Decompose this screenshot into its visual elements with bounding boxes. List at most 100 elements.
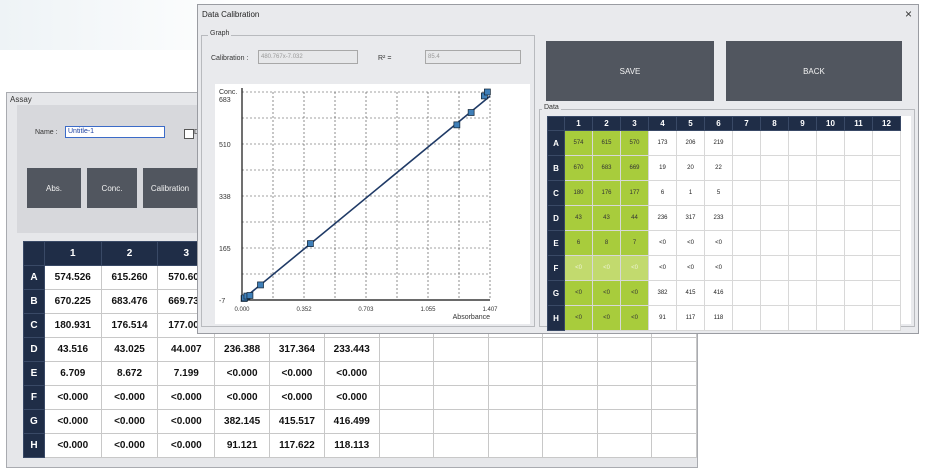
table-cell[interactable] [651, 409, 697, 434]
table-cell[interactable]: 317.364 [269, 337, 325, 362]
table-cell[interactable] [760, 205, 789, 231]
table-cell[interactable] [788, 255, 817, 281]
table-cell[interactable]: 43 [592, 205, 621, 231]
table-cell[interactable]: <0.000 [43, 433, 102, 458]
table-cell[interactable] [788, 130, 817, 156]
table-cell[interactable]: 683.476 [100, 289, 159, 314]
table-cell[interactable]: <0 [564, 255, 593, 281]
table-cell[interactable] [872, 130, 901, 156]
table-cell[interactable]: 219 [704, 130, 733, 156]
table-cell[interactable]: 117 [676, 305, 705, 331]
table-cell[interactable] [816, 130, 845, 156]
table-cell[interactable]: 382.145 [214, 409, 271, 434]
table-cell[interactable]: <0 [620, 280, 649, 306]
table-cell[interactable]: 118 [704, 305, 733, 331]
table-cell[interactable] [788, 230, 817, 256]
table-cell[interactable] [542, 361, 598, 386]
table-cell[interactable] [651, 385, 697, 410]
table-cell[interactable]: <0 [676, 230, 705, 256]
table-cell[interactable]: <0.000 [157, 409, 216, 434]
table-cell[interactable] [816, 305, 845, 331]
table-cell[interactable] [542, 409, 598, 434]
table-cell[interactable] [872, 255, 901, 281]
table-cell[interactable]: <0 [704, 255, 733, 281]
conc-button[interactable]: Conc. [87, 168, 137, 208]
table-cell[interactable]: 6 [564, 230, 593, 256]
table-cell[interactable]: 173 [648, 130, 677, 156]
table-cell[interactable]: 382 [648, 280, 677, 306]
table-cell[interactable] [788, 180, 817, 206]
table-cell[interactable]: 22 [704, 155, 733, 181]
table-cell[interactable]: <0.000 [100, 409, 159, 434]
table-cell[interactable]: 669 [620, 155, 649, 181]
table-cell[interactable]: <0.000 [269, 361, 325, 386]
table-cell[interactable]: 574.526 [43, 265, 102, 290]
table-cell[interactable]: 117.622 [269, 433, 325, 458]
table-cell[interactable] [760, 230, 789, 256]
table-cell[interactable]: 43.025 [100, 337, 159, 362]
table-cell[interactable]: 176 [592, 180, 621, 206]
table-cell[interactable] [487, 337, 544, 362]
calibration-button[interactable]: Calibration [143, 168, 197, 208]
table-cell[interactable]: 20 [676, 155, 705, 181]
table-cell[interactable] [816, 230, 845, 256]
table-cell[interactable]: 236 [648, 205, 677, 231]
table-cell[interactable] [487, 409, 544, 434]
table-cell[interactable] [760, 305, 789, 331]
table-cell[interactable]: <0.000 [269, 385, 325, 410]
table-cell[interactable]: 670 [564, 155, 593, 181]
table-cell[interactable] [760, 280, 789, 306]
table-cell[interactable] [596, 361, 653, 386]
table-cell[interactable] [760, 180, 789, 206]
table-cell[interactable] [732, 305, 761, 331]
table-cell[interactable]: <0 [564, 305, 593, 331]
table-cell[interactable] [732, 230, 761, 256]
table-cell[interactable] [816, 205, 845, 231]
table-cell[interactable] [487, 385, 544, 410]
table-cell[interactable] [788, 155, 817, 181]
table-cell[interactable] [844, 230, 873, 256]
table-cell[interactable] [651, 361, 697, 386]
table-cell[interactable]: 233.443 [323, 337, 380, 362]
table-cell[interactable]: <0.000 [43, 409, 102, 434]
table-cell[interactable]: 670.225 [43, 289, 102, 314]
table-cell[interactable] [542, 433, 598, 458]
table-cell[interactable]: <0 [648, 255, 677, 281]
table-cell[interactable] [378, 337, 435, 362]
table-cell[interactable]: 1 [676, 180, 705, 206]
table-cell[interactable] [433, 385, 489, 410]
table-cell[interactable]: <0 [620, 305, 649, 331]
table-cell[interactable]: 8 [592, 230, 621, 256]
name-input[interactable]: Untitle-1 [65, 126, 165, 138]
table-cell[interactable]: <0.000 [43, 385, 102, 410]
table-cell[interactable] [872, 155, 901, 181]
table-cell[interactable]: 176.514 [100, 313, 159, 338]
table-cell[interactable] [378, 409, 435, 434]
table-cell[interactable] [378, 361, 435, 386]
table-cell[interactable]: <0.000 [100, 433, 159, 458]
table-cell[interactable]: 91 [648, 305, 677, 331]
table-cell[interactable] [596, 385, 653, 410]
table-cell[interactable]: 91.121 [214, 433, 271, 458]
table-cell[interactable] [433, 361, 489, 386]
table-cell[interactable] [872, 280, 901, 306]
table-cell[interactable] [872, 230, 901, 256]
table-cell[interactable]: 416.499 [323, 409, 380, 434]
table-cell[interactable] [844, 205, 873, 231]
table-cell[interactable]: 180.931 [43, 313, 102, 338]
table-cell[interactable] [788, 280, 817, 306]
table-cell[interactable]: 574 [564, 130, 593, 156]
back-button[interactable]: BACK [726, 41, 902, 101]
table-cell[interactable]: 43.516 [43, 337, 102, 362]
table-cell[interactable] [732, 255, 761, 281]
table-cell[interactable] [732, 280, 761, 306]
table-cell[interactable] [596, 433, 653, 458]
table-cell[interactable] [844, 255, 873, 281]
table-cell[interactable]: 233 [704, 205, 733, 231]
table-cell[interactable]: 6.709 [43, 361, 102, 386]
table-cell[interactable] [844, 155, 873, 181]
table-cell[interactable]: 5 [704, 180, 733, 206]
table-cell[interactable] [816, 280, 845, 306]
table-cell[interactable]: 317 [676, 205, 705, 231]
table-cell[interactable] [872, 180, 901, 206]
